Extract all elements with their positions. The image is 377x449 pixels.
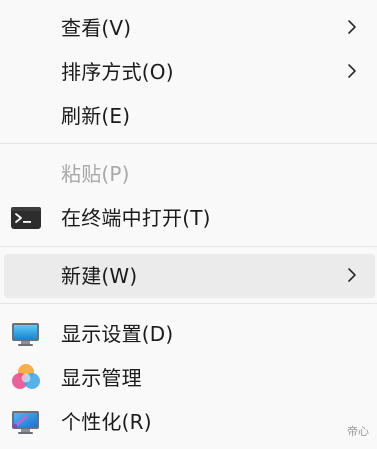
menu-item-display-management[interactable]: 显示管理 <box>0 356 377 400</box>
menu-item-display-settings[interactable]: 显示设置(D) <box>0 312 377 356</box>
menu-item-label: 查看(V) <box>61 16 132 40</box>
chevron-right-icon <box>348 64 356 78</box>
menu-separator <box>0 246 377 247</box>
context-menu: 查看(V) 排序方式(O) 刷新(E) 粘贴(P) 在终端中打开(T) 新建(W… <box>0 0 377 449</box>
menu-item-open-in-terminal[interactable]: 在终端中打开(T) <box>0 196 377 240</box>
display-settings-icon <box>12 323 39 346</box>
menu-item-new[interactable]: 新建(W) <box>4 254 375 298</box>
menu-item-label: 显示管理 <box>61 366 142 390</box>
watermark-text: 帝心 <box>347 425 369 438</box>
terminal-icon <box>11 207 41 229</box>
menu-item-label: 显示设置(D) <box>61 322 174 346</box>
display-management-icon <box>12 364 40 389</box>
menu-item-sort-by[interactable]: 排序方式(O) <box>0 50 377 94</box>
menu-item-label: 粘贴(P) <box>61 162 130 186</box>
chevron-right-icon <box>348 268 356 282</box>
chevron-right-icon <box>348 20 356 34</box>
menu-item-label: 个性化(R) <box>61 410 152 434</box>
menu-item-paste: 粘贴(P) <box>0 152 377 196</box>
menu-item-label: 在终端中打开(T) <box>61 206 211 230</box>
menu-item-view[interactable]: 查看(V) <box>0 6 377 50</box>
menu-item-label: 新建(W) <box>61 264 138 288</box>
menu-item-label: 刷新(E) <box>61 104 131 128</box>
menu-item-personalize[interactable]: 个性化(R) <box>0 400 377 444</box>
personalize-icon <box>12 411 39 434</box>
menu-item-refresh[interactable]: 刷新(E) <box>0 94 377 138</box>
menu-item-label: 排序方式(O) <box>61 60 174 84</box>
menu-separator <box>0 143 377 144</box>
menu-separator <box>0 303 377 304</box>
